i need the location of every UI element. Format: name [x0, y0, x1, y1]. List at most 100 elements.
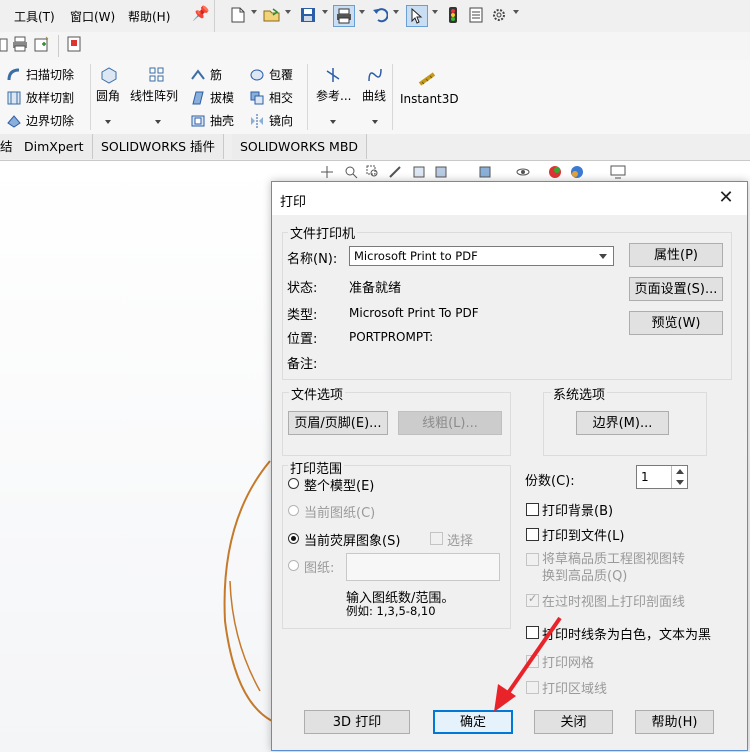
convert-draft-checkbox[interactable] [526, 553, 539, 566]
zoom-area-icon[interactable] [366, 165, 380, 182]
spin-up-icon[interactable] [676, 469, 684, 474]
print-icon[interactable] [333, 5, 355, 27]
preview-button[interactable]: 预览(W) [629, 311, 723, 335]
new-document-icon[interactable] [228, 5, 248, 25]
linear-pattern-icon[interactable] [148, 66, 166, 87]
line-weight-button[interactable]: 线粗(L)... [398, 411, 502, 435]
wrap-icon [250, 69, 264, 80]
draft-button[interactable]: 拔模 [190, 89, 234, 106]
loft-cut-icon [7, 91, 21, 104]
view-settings-icon[interactable] [434, 165, 448, 182]
spin-down-icon[interactable] [676, 480, 684, 485]
pin-icon[interactable]: 📌 [192, 6, 209, 22]
fillet-icon[interactable] [100, 66, 118, 87]
file-properties-icon[interactable] [466, 5, 486, 25]
copies-value: 1 [641, 470, 649, 484]
section-view-icon[interactable] [412, 165, 426, 182]
print-zones-label: 打印区域线 [542, 682, 608, 697]
curves-icon[interactable] [366, 66, 384, 87]
rib-button[interactable]: 筋 [190, 66, 222, 83]
shell-button[interactable]: 抽壳 [190, 112, 234, 129]
print-to-file-checkbox[interactable] [526, 528, 539, 541]
draft-label: 拔模 [210, 91, 235, 105]
view-orientation-icon[interactable] [320, 165, 334, 182]
reference-geometry-button[interactable]: 参考... [316, 87, 351, 104]
dialog-titlebar[interactable]: 打印 ✕ [272, 182, 747, 215]
page-setup-button[interactable]: 页面设置(S)... [629, 277, 723, 301]
reference-geometry-icon[interactable] [324, 66, 342, 87]
mirror-button[interactable]: 镜向 [249, 112, 293, 129]
chevron-down-icon[interactable] [330, 120, 336, 124]
chevron-down-icon[interactable] [372, 120, 378, 124]
menu-help[interactable]: 帮助(H) [128, 8, 170, 25]
chevron-down-icon[interactable] [251, 10, 257, 14]
menu-window[interactable]: 窗口(W) [70, 8, 115, 25]
chevron-down-icon[interactable] [285, 10, 291, 14]
help-button[interactable]: 帮助(H) [635, 710, 714, 734]
print-grid-checkbox[interactable] [526, 655, 539, 668]
save-icon[interactable] [298, 5, 318, 25]
display-style-icon[interactable] [478, 165, 492, 182]
sheets-range-input[interactable] [346, 553, 500, 581]
properties-button[interactable]: 属性(P) [629, 243, 723, 267]
instant3d-icon[interactable] [418, 70, 438, 91]
location-value: PORTPROMPT: [349, 330, 434, 344]
chevron-down-icon[interactable] [513, 10, 519, 14]
monitor-icon[interactable] [610, 165, 626, 182]
wrap-button[interactable]: 包覆 [249, 66, 293, 83]
gear-icon[interactable] [489, 5, 509, 25]
undo-icon[interactable] [370, 5, 390, 25]
lines-white-checkbox[interactable] [526, 626, 539, 639]
fillet-button[interactable]: 圆角 [96, 87, 120, 104]
hide-show-icon[interactable] [516, 165, 530, 182]
previous-view-icon[interactable] [388, 165, 402, 182]
close-button[interactable]: 关闭 [534, 710, 613, 734]
tab-solidworks-addins[interactable]: SOLIDWORKS 插件 [93, 134, 225, 159]
traffic-light-icon[interactable] [443, 5, 463, 25]
header-footer-button[interactable]: 页眉/页脚(E)... [288, 411, 388, 435]
sweep-cut-button[interactable]: 扫描切除 [6, 66, 74, 83]
copies-spinner[interactable] [671, 466, 688, 488]
new-sheet-icon[interactable] [34, 36, 50, 55]
tab-solidworks-mbd[interactable]: SOLIDWORKS MBD [232, 134, 368, 159]
sheets-radio[interactable] [288, 560, 299, 571]
ok-button[interactable]: 确定 [433, 710, 513, 734]
chevron-down-icon[interactable] [322, 10, 328, 14]
appearance-icon[interactable] [548, 165, 562, 182]
zoom-fit-icon[interactable] [344, 165, 358, 182]
chevron-down-icon[interactable] [155, 120, 161, 124]
whole-model-radio[interactable] [288, 478, 299, 489]
selection-checkbox[interactable] [430, 532, 443, 545]
type-label: 类型: [287, 308, 318, 323]
linear-pattern-button[interactable]: 线性阵列 [130, 87, 178, 104]
crosshatch-checkbox[interactable] [526, 592, 539, 607]
intersect-button[interactable]: 相交 [249, 89, 293, 106]
scene-icon[interactable] [570, 165, 584, 182]
menu-tools[interactable]: 工具(T) [14, 8, 55, 25]
document-options-title: 文件选项 [289, 384, 346, 403]
instant3d-button[interactable]: Instant3D [400, 92, 459, 106]
chevron-down-icon[interactable] [105, 120, 111, 124]
current-screen-radio[interactable] [288, 533, 299, 544]
chevron-down-icon[interactable] [359, 10, 365, 14]
margins-button[interactable]: 边界(M)... [576, 411, 669, 435]
printer-name-select[interactable]: Microsoft Print to PDF [349, 246, 614, 266]
current-sheet-radio[interactable] [288, 505, 299, 516]
tab-dimxpert[interactable]: DimXpert [16, 134, 93, 159]
design-library-icon[interactable] [66, 36, 82, 55]
print3d-button[interactable]: 3D 打印 [304, 710, 410, 734]
drawing-icon[interactable] [0, 37, 8, 56]
chevron-down-icon[interactable] [432, 10, 438, 14]
print-background-checkbox[interactable] [526, 503, 539, 516]
printer-small-icon[interactable] [12, 36, 28, 55]
close-icon[interactable]: ✕ [713, 186, 739, 210]
copies-input[interactable]: 1 [636, 465, 688, 489]
curves-button[interactable]: 曲线 [362, 87, 386, 104]
boundary-cut-button[interactable]: 边界切除 [6, 112, 74, 129]
print-zones-checkbox[interactable] [526, 681, 539, 694]
intersect-icon [250, 91, 264, 104]
loft-cut-button[interactable]: 放样切割 [6, 89, 74, 106]
open-folder-icon[interactable] [262, 5, 282, 25]
chevron-down-icon[interactable] [393, 10, 399, 14]
select-cursor-icon[interactable] [406, 5, 428, 27]
